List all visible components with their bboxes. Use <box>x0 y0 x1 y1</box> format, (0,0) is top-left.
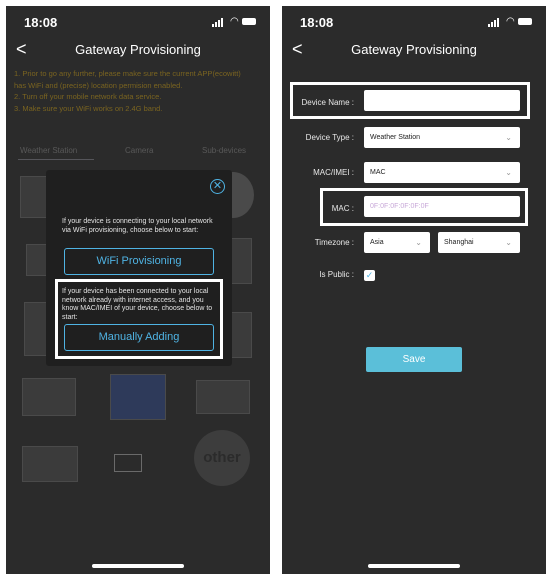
device-type-value: Weather Station <box>370 134 421 141</box>
chevron-down-icon: ⌄ <box>505 238 512 247</box>
mac-imei-label: MAC/IMEI : <box>313 168 354 177</box>
other-device-button[interactable]: other <box>194 430 250 486</box>
timezone-region-value: Asia <box>370 239 384 246</box>
nav-bar: < Gateway Provisioning <box>282 38 546 64</box>
device-type-select[interactable]: Weather Station ⌄ <box>364 127 520 148</box>
device-thumbnail[interactable] <box>22 378 76 416</box>
page-title: Gateway Provisioning <box>351 42 477 57</box>
device-thumbnail[interactable] <box>22 446 78 482</box>
device-tabs: Weather Station Camera Sub-devices <box>6 139 270 161</box>
tab-sub-devices[interactable]: Sub-devices <box>202 146 246 155</box>
left-phone-screen: 18:08 ◠ < Gateway Provisioning 1. Prior … <box>6 6 270 574</box>
is-public-label: Is Public : <box>319 270 354 279</box>
highlight-box <box>320 188 528 226</box>
device-thumbnail[interactable] <box>110 374 166 420</box>
wifi-icon: ◠ <box>230 16 239 27</box>
timezone-label: Timezone : <box>314 238 354 247</box>
mac-imei-select[interactable]: MAC ⌄ <box>364 162 520 183</box>
system-icons: ◠ <box>488 16 532 27</box>
is-public-checkbox[interactable]: ✓ <box>364 270 375 281</box>
instructions-notice: 1. Prior to go any further, please make … <box>14 68 270 114</box>
chevron-down-icon: ⌄ <box>505 133 512 142</box>
device-thumbnail[interactable] <box>114 454 142 472</box>
tab-weather-station[interactable]: Weather Station <box>20 146 77 155</box>
page-title: Gateway Provisioning <box>75 42 201 57</box>
tab-camera[interactable]: Camera <box>125 146 153 155</box>
home-indicator <box>92 564 184 568</box>
active-tab-indicator <box>18 159 94 160</box>
home-indicator <box>368 564 460 568</box>
mac-imei-value: MAC <box>370 169 386 176</box>
timezone-city-select[interactable]: Shanghai ⌄ <box>438 232 520 253</box>
notice-line: 2. Turn off your mobile network data ser… <box>14 92 162 101</box>
notice-line: has WiFi and (precise) location permisio… <box>14 80 183 90</box>
timezone-region-select[interactable]: Asia ⌄ <box>364 232 430 253</box>
status-time: 18:08 <box>24 15 58 30</box>
highlight-box <box>290 82 530 119</box>
status-bar: 18:08 ◠ <box>282 6 546 36</box>
device-thumbnail[interactable] <box>196 380 250 414</box>
wifi-provisioning-description: If your device is connecting to your loc… <box>62 218 213 234</box>
system-icons: ◠ <box>212 16 256 27</box>
wifi-icon: ◠ <box>506 16 515 27</box>
battery-icon <box>518 18 532 25</box>
nav-bar: < Gateway Provisioning <box>6 38 270 64</box>
highlight-box <box>55 279 223 359</box>
device-type-label: Device Type : <box>305 133 354 142</box>
chevron-down-icon: ⌄ <box>415 238 422 247</box>
timezone-city-value: Shanghai <box>444 239 474 246</box>
close-icon[interactable]: ✕ <box>210 179 225 194</box>
status-bar: 18:08 ◠ <box>6 6 270 36</box>
notice-line: 1. Prior to go any further, please make … <box>14 69 241 78</box>
wifi-provisioning-button[interactable]: WiFi Provisioning <box>64 248 214 275</box>
battery-icon <box>242 18 256 25</box>
status-time: 18:08 <box>300 15 334 30</box>
notice-line: 3. Make sure your WiFi works on 2.4G ban… <box>14 103 163 113</box>
save-button[interactable]: Save <box>366 347 462 372</box>
right-phone-screen: 18:08 ◠ < Gateway Provisioning Device Na… <box>282 6 546 574</box>
chevron-down-icon: ⌄ <box>505 168 512 177</box>
